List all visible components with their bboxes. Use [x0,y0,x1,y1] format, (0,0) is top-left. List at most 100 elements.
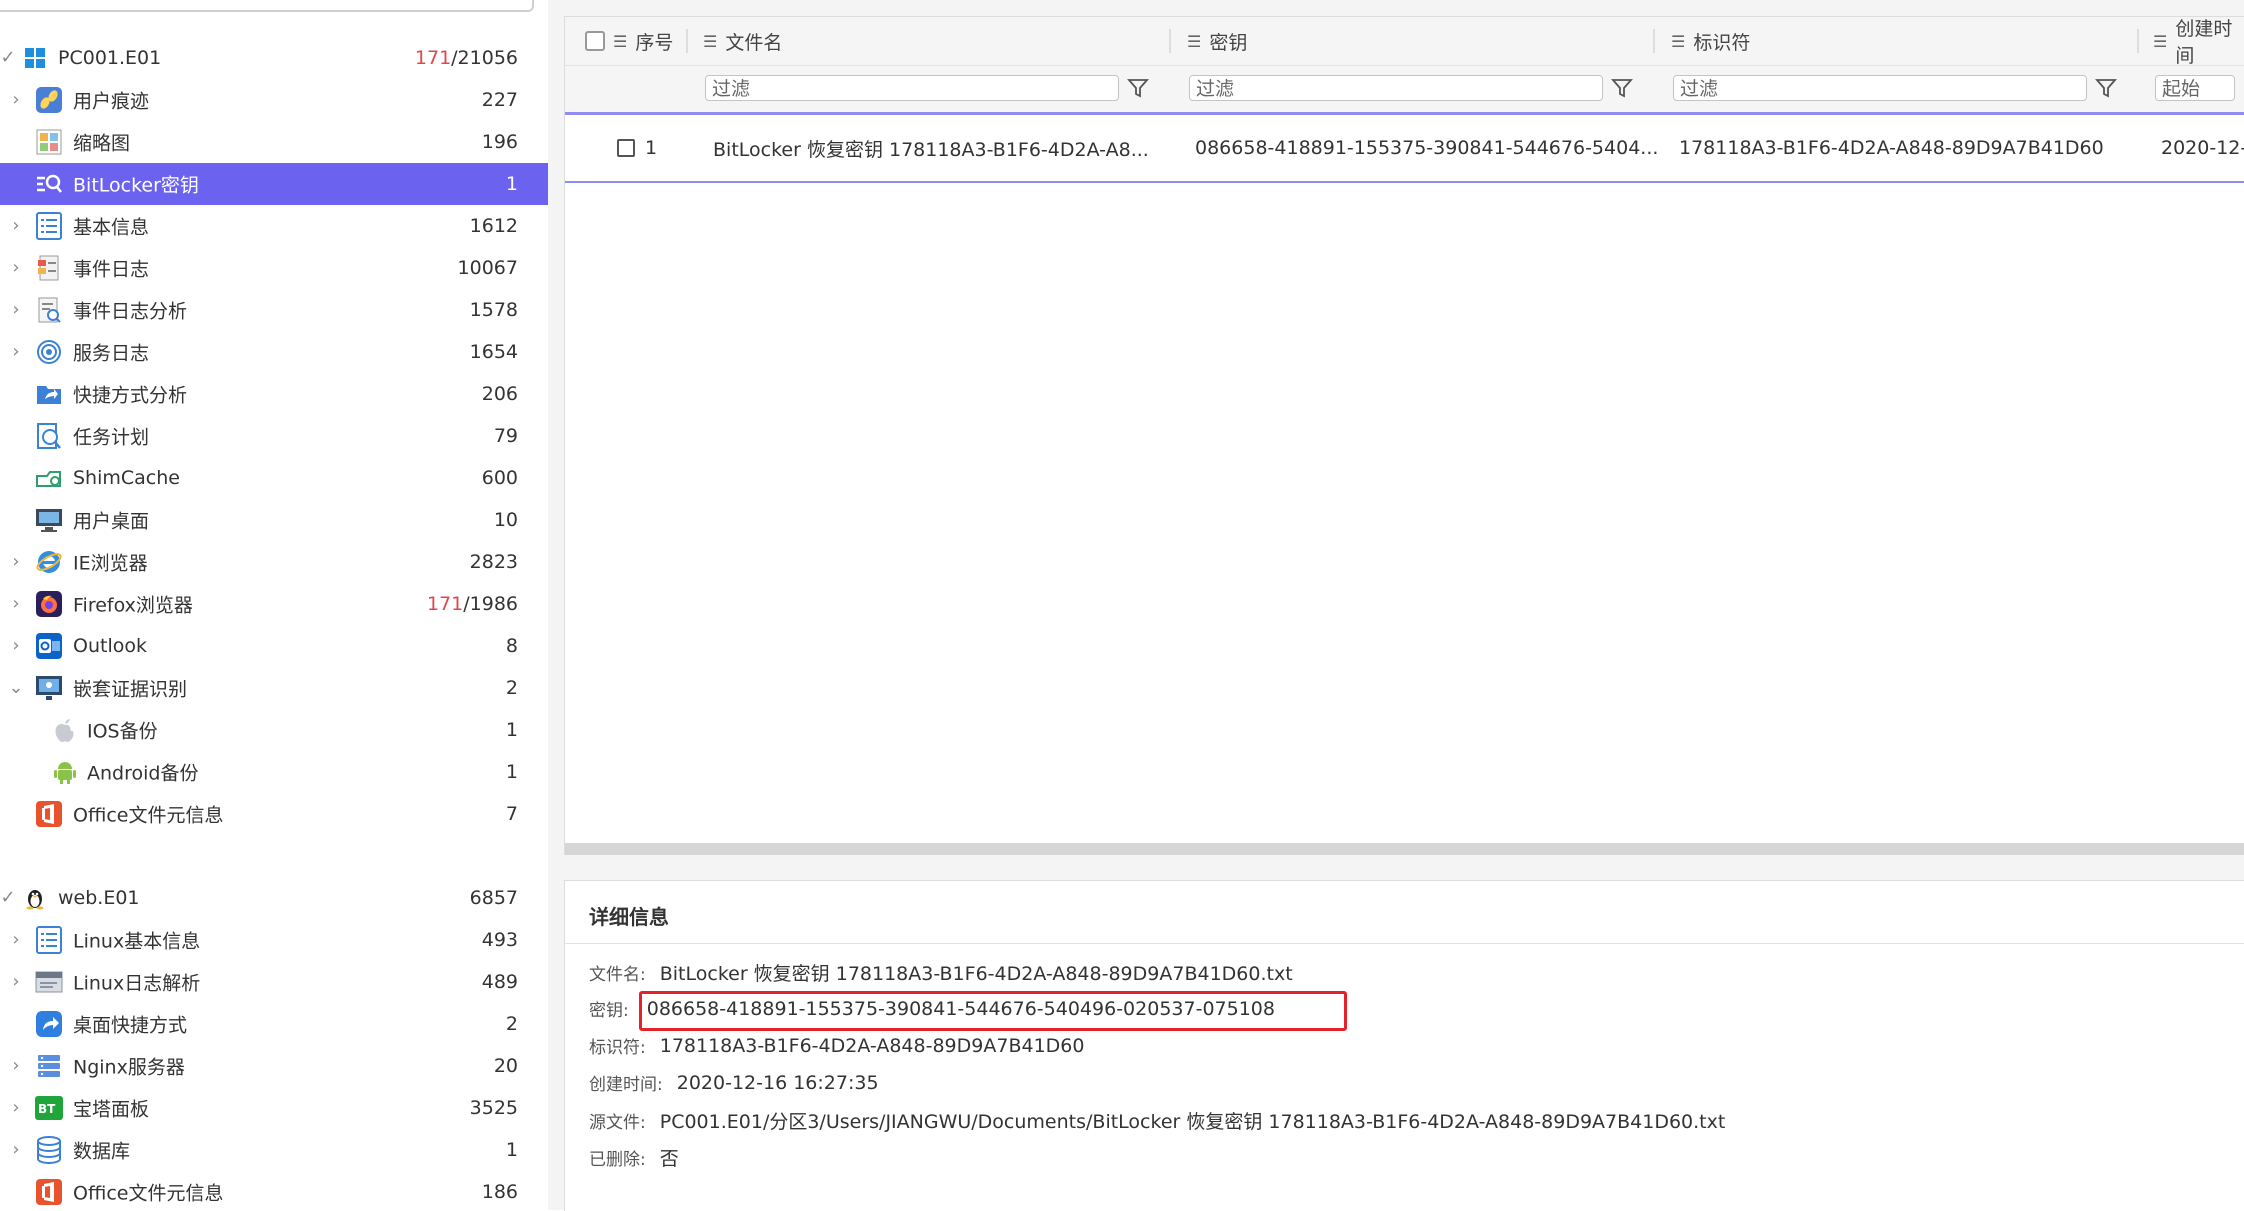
tree-item-basic-info[interactable]: › 基本信息 1612 [0,205,548,247]
detail-title: 详细信息 [589,905,669,929]
tree-group-pc001[interactable]: ✓ PC001.E01 171/21056 [0,37,548,79]
tree-item-office-metadata-web[interactable]: Office文件元信息 186 [0,1171,548,1210]
detail-label: 标识符: [589,1038,646,1058]
detail-identifier-row: 标识符: 178118A3-B1F6-4D2A-A848-89D9A7B41D6… [589,1033,1085,1059]
chevron-right-icon[interactable]: › [8,259,24,277]
column-menu-icon[interactable]: ☰ [703,32,717,51]
divider [565,943,2244,944]
identifier-filter-input[interactable]: 过滤 [1673,75,2087,101]
table-row[interactable]: 1 BitLocker 恢复密钥 178118A3-B1F6-4D2A-A8..… [565,115,2244,183]
column-header-created[interactable]: 创建时间 [2175,14,2244,68]
tree-item-count: 10067 [457,257,518,279]
key-filter-input[interactable]: 过滤 [1189,75,1603,101]
tree-item-user-traces[interactable]: › 用户痕迹 227 [0,79,548,121]
chevron-right-icon[interactable]: › [8,637,24,655]
column-menu-icon[interactable]: ☰ [1187,32,1201,51]
select-all-checkbox[interactable] [585,31,605,51]
tree-item-event-log[interactable]: › 事件日志 10067 [0,247,548,289]
tree-item-label: 事件日志分析 [73,300,188,323]
service-log-icon [34,337,64,367]
tree-item-firefox-browser[interactable]: › Firefox浏览器 171/1986 [0,583,548,625]
log-analysis-icon [34,295,64,325]
chevron-right-icon[interactable]: › [8,595,24,613]
thumbnail-icon [34,127,64,157]
column-menu-icon[interactable]: ☰ [1671,32,1685,51]
tree-item-count: 600 [481,467,518,489]
column-header-index[interactable]: 序号 [635,28,673,55]
chevron-right-icon[interactable]: › [8,217,24,235]
tree-search-box[interactable] [0,0,534,12]
tree-item-thumbnails[interactable]: 缩略图 196 [0,121,548,163]
tree-item-linux-basic-info[interactable]: › Linux基本信息 493 [0,919,548,961]
tree-item-count: 206 [481,383,518,405]
filename-filter-input[interactable]: 过滤 [705,75,1119,101]
tree-item-event-log-analysis[interactable]: › 事件日志分析 1578 [0,289,548,331]
detail-value: 否 [659,1148,679,1170]
column-menu-icon[interactable]: ☰ [2153,32,2167,51]
row-checkbox[interactable] [617,139,635,157]
tree-item-bitlocker-keys[interactable]: BitLocker密钥 1 [0,163,548,205]
chevron-right-icon[interactable]: › [8,1099,24,1117]
detail-label: 密钥: [589,1001,629,1021]
column-header-identifier-cell[interactable]: ☰ 标识符 [1671,17,1750,65]
chevron-right-icon[interactable]: › [8,931,24,949]
chevron-right-icon[interactable]: › [8,91,24,109]
detail-value: 178118A3-B1F6-4D2A-A848-89D9A7B41D60 [659,1034,1085,1057]
tree-item-ie-browser[interactable]: › IE浏览器 2823 [0,541,548,583]
apple-icon [50,715,80,745]
chevron-right-icon[interactable]: › [8,343,24,361]
detail-value: 2020-12-16 16:27:35 [676,1071,879,1094]
chevron-right-icon[interactable]: › [8,553,24,571]
chevron-right-icon[interactable]: › [8,301,24,319]
chevron-down-icon[interactable]: ✓ [0,49,16,67]
created-start-filter-input[interactable]: 起始 [2155,75,2235,101]
tree-item-service-log[interactable]: › 服务日志 1654 [0,331,548,373]
tree-item-count: 1 [505,719,518,741]
tree-item-outlook[interactable]: › Outlook 8 [0,625,548,667]
header-select-all[interactable]: ☰ 序号 [585,17,673,65]
tree-item-label: Nginx服务器 [73,1056,185,1079]
nested-evidence-icon [34,673,64,703]
tree-group-web[interactable]: ✓ web.E01 6857 [0,877,548,919]
tree-item-count: 8 [505,635,518,657]
tree-item-count: 79 [493,425,518,447]
filter-funnel-icon[interactable] [1127,77,1149,99]
horizontal-scrollbar[interactable] [565,843,2244,855]
tree-item-desktop-shortcuts[interactable]: 桌面快捷方式 2 [0,1003,548,1045]
chevron-right-icon[interactable]: › [8,1057,24,1075]
filter-funnel-icon[interactable] [1611,77,1633,99]
firefox-icon [34,589,64,619]
column-menu-icon[interactable]: ☰ [613,32,627,51]
tree-item-count: 1 [505,173,518,195]
android-icon [50,757,80,787]
column-header-filename-cell[interactable]: ☰ 文件名 [703,17,782,65]
tree-item-shimcache[interactable]: ShimCache 600 [0,457,548,499]
chevron-down-icon[interactable]: ⌄ [8,679,24,697]
column-header-filename[interactable]: 文件名 [725,28,782,55]
column-header-key[interactable]: 密钥 [1209,28,1247,55]
chevron-right-icon[interactable]: › [8,973,24,991]
column-header-created-cell[interactable]: ☰ 创建时间 [2153,14,2244,68]
tree-item-android-backup[interactable]: Android备份 1 [0,751,548,793]
tree-item-label: IOS备份 [87,720,158,743]
filter-funnel-icon[interactable] [2095,77,2117,99]
chevron-right-icon[interactable]: › [8,1141,24,1159]
detail-value: PC001.E01/分区3/Users/JIANGWU/Documents/Bi… [659,1111,1726,1133]
tree-item-count: 186 [481,1181,518,1203]
tree-item-office-metadata[interactable]: Office文件元信息 7 [0,793,548,835]
tree-item-bt-panel[interactable]: › BT 宝塔面板 3525 [0,1087,548,1129]
panel-splitter[interactable] [548,0,562,1210]
tree-item-count: 1612 [469,215,518,237]
tree-item-scheduled-tasks[interactable]: 任务计划 79 [0,415,548,457]
tree-item-nginx-server[interactable]: › Nginx服务器 20 [0,1045,548,1087]
tree-item-shortcut-analysis[interactable]: 快捷方式分析 206 [0,373,548,415]
tree-item-database[interactable]: › 数据库 1 [0,1129,548,1171]
chevron-down-icon[interactable]: ✓ [0,889,16,907]
column-header-identifier[interactable]: 标识符 [1693,28,1750,55]
tree-item-label: 桌面快捷方式 [73,1014,188,1037]
tree-item-ios-backup[interactable]: IOS备份 1 [0,709,548,751]
tree-item-user-desktop[interactable]: 用户桌面 10 [0,499,548,541]
column-header-key-cell[interactable]: ☰ 密钥 [1187,17,1247,65]
tree-item-nested-evidence[interactable]: ⌄ 嵌套证据识别 2 [0,667,548,709]
tree-item-linux-log-parse[interactable]: › Linux日志解析 489 [0,961,548,1003]
